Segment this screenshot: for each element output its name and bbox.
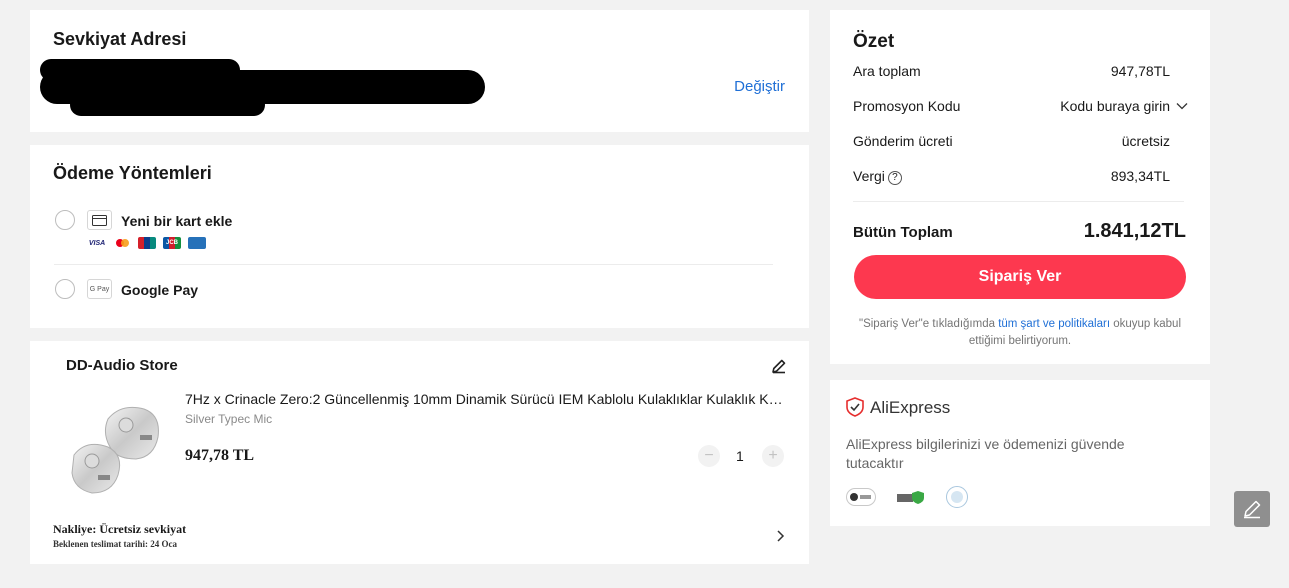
- delivery-date: 24 Oca: [150, 539, 177, 549]
- promo-code-placeholder: Kodu buraya girin: [1060, 98, 1170, 114]
- new-card-label[interactable]: Yeni bir kart ekle: [121, 213, 232, 229]
- amex-icon: [188, 237, 206, 249]
- security-badge-2-icon: [896, 488, 926, 506]
- quantity-increase-button[interactable]: +: [762, 445, 784, 467]
- subtotal-label: Ara toplam: [853, 63, 921, 79]
- quantity-decrease-button[interactable]: −: [698, 445, 720, 467]
- credit-card-icon: [87, 210, 112, 230]
- edit-icon[interactable]: [770, 357, 788, 375]
- new-card-radio[interactable]: [55, 210, 75, 230]
- payment-divider: [54, 264, 773, 265]
- terms-text: "Sipariş Ver"e tıkladığımda tüm şart ve …: [858, 318, 1182, 347]
- pencil-icon: [1244, 500, 1261, 519]
- trust-text: AliExpress bilgilerinizi ve ödemenizi gü…: [846, 436, 1125, 471]
- promo-code-label: Promosyon Kodu: [853, 98, 961, 114]
- store-card: DD-Audio Store 7Hz x Crinacle Zero:2 Gün…: [30, 341, 809, 564]
- tax-label-row: Vergi?: [853, 168, 902, 185]
- total-value: 1.841,12TL: [1083, 220, 1186, 242]
- tax-label: Vergi: [853, 168, 885, 184]
- place-order-button[interactable]: Sipariş Ver: [854, 255, 1186, 299]
- terms-link[interactable]: tüm şart ve politikaları: [998, 318, 1110, 330]
- product-variant: Silver Typec Mic: [185, 412, 273, 426]
- product-title[interactable]: 7Hz x Crinacle Zero:2 Güncellenmiş 10mm …: [185, 391, 789, 407]
- shipping-address-title: Sevkiyat Adresi: [53, 29, 187, 49]
- shield-check-icon: [846, 397, 864, 417]
- jcb-icon: JCB: [163, 237, 181, 249]
- mastercard-icon: [113, 237, 131, 249]
- shipping-fee-value: ücretsiz: [1121, 133, 1170, 149]
- quantity-value: 1: [736, 448, 744, 464]
- shipping-address-card: Sevkiyat Adresi Değiştir: [30, 10, 809, 132]
- product-price: 947,78 TL: [185, 447, 255, 464]
- chevron-down-icon: [1176, 103, 1188, 110]
- payment-methods-card: Ödeme Yöntemleri Yeni bir kart ekle VISA…: [30, 145, 809, 328]
- visa-icon: VISA: [88, 239, 106, 247]
- store-name[interactable]: DD-Audio Store: [66, 357, 178, 374]
- google-pay-label[interactable]: Google Pay: [121, 282, 198, 298]
- trust-card: AliExpress AliExpress bilgilerinizi ve ö…: [830, 380, 1210, 526]
- card-brands: VISA JCB: [88, 237, 206, 249]
- google-pay-radio[interactable]: [55, 279, 75, 299]
- feedback-button[interactable]: [1234, 491, 1270, 527]
- total-label: Bütün Toplam: [853, 224, 953, 241]
- summary-title: Özet: [853, 31, 895, 52]
- delivery-date-line: Beklenen teslimat tarihi: 24 Oca: [53, 539, 177, 549]
- tax-value: 893,34TL: [1110, 168, 1170, 184]
- unionpay-icon: [138, 237, 156, 249]
- security-badges: [846, 486, 968, 508]
- delivery-label: Beklenen teslimat tarihi:: [53, 539, 151, 549]
- summary-divider: [853, 201, 1184, 202]
- change-address-link[interactable]: Değiştir: [734, 78, 785, 95]
- promo-code-dropdown[interactable]: Kodu buraya girin: [1060, 98, 1188, 114]
- security-badge-1-icon: [846, 488, 876, 506]
- product-image[interactable]: [66, 397, 176, 502]
- shipping-fee-label: Gönderim ücreti: [853, 133, 953, 149]
- google-pay-icon: G Pay: [87, 279, 112, 299]
- aliexpress-brand: AliExpress: [870, 398, 951, 417]
- subtotal-value: 947,78TL: [1110, 63, 1170, 79]
- chevron-right-icon[interactable]: [775, 529, 785, 543]
- order-summary-card: Özet Ara toplam 947,78TL Promosyon Kodu …: [830, 10, 1210, 364]
- shipping-info: Nakliye: Ücretsiz sevkiyat: [53, 522, 187, 536]
- security-badge-3-icon: [946, 486, 968, 508]
- help-icon[interactable]: ?: [887, 171, 902, 185]
- payment-methods-title: Ödeme Yöntemleri: [53, 163, 212, 183]
